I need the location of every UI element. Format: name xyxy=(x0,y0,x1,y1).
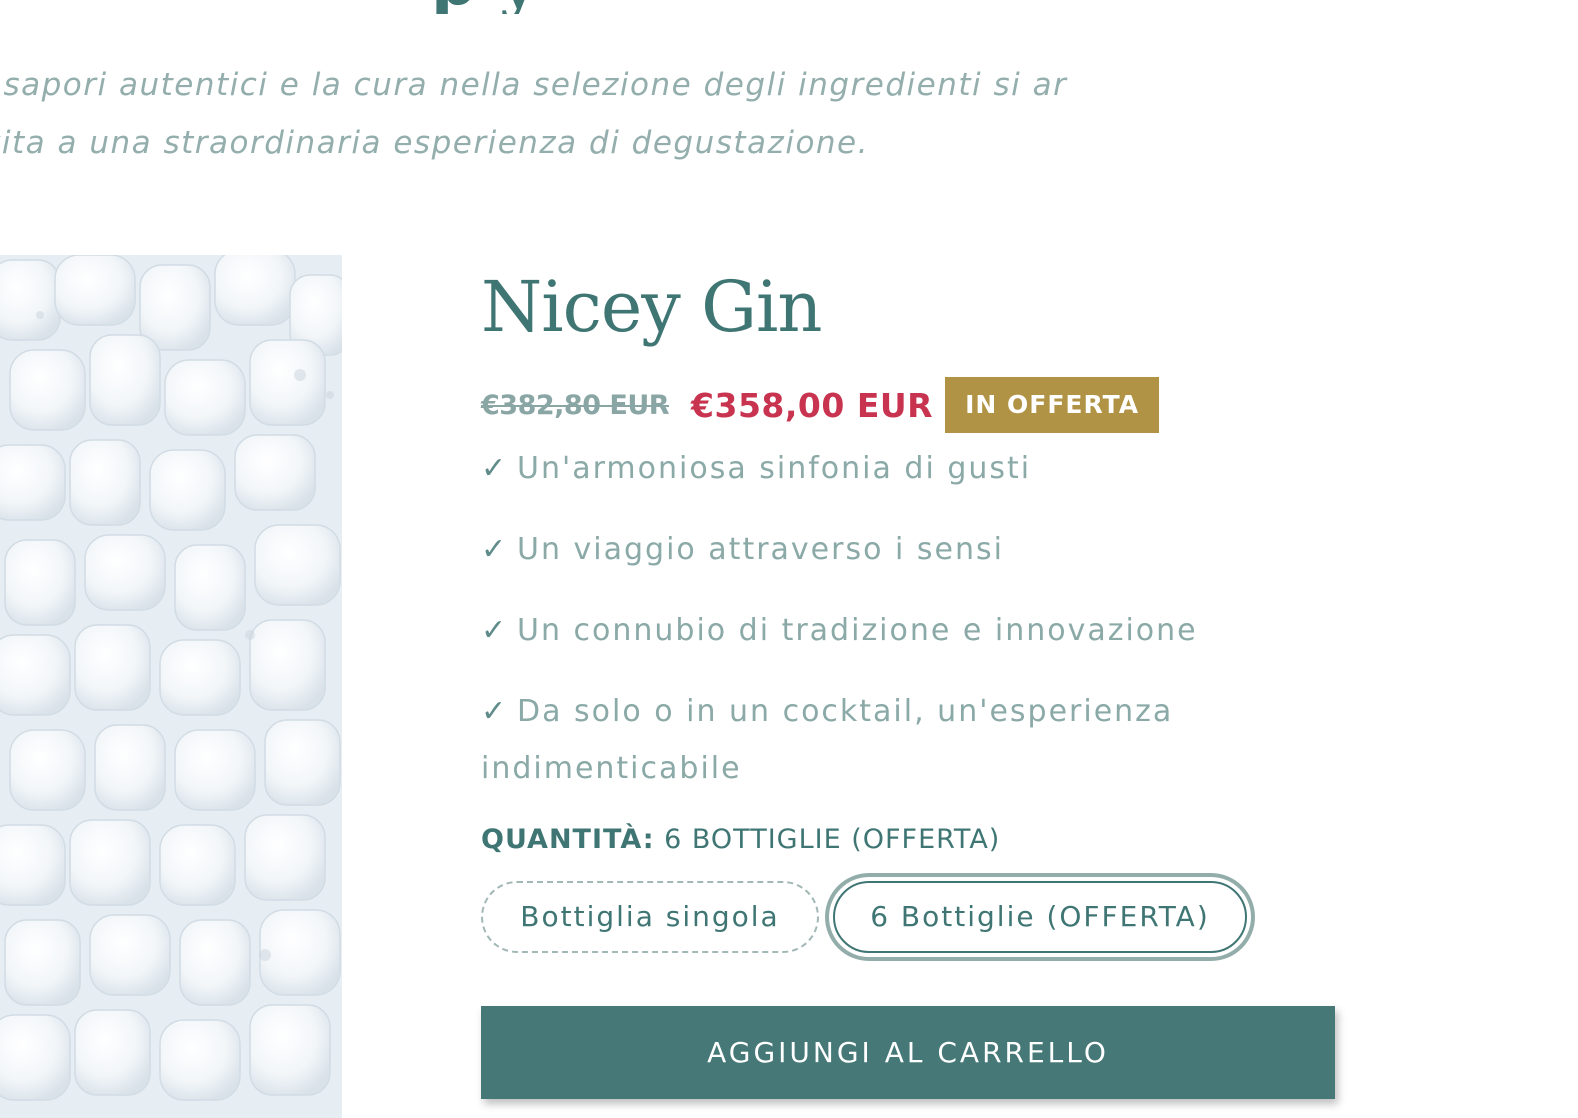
hero-intro-text: i sapori autentici e la cura nella selez… xyxy=(0,67,1068,161)
product-image xyxy=(0,255,342,1118)
check-icon: ✓ xyxy=(481,694,509,729)
quantity-label: QUANTITÀ: 6 BOTTIGLIE (OFFERTA) xyxy=(481,818,1000,862)
feature-item: ✓ Un'armoniosa sinfonia di gusti xyxy=(481,440,1301,497)
price-row: €382,80 EUR €358,00 EUR IN OFFERTA xyxy=(481,377,1160,433)
feature-item: ✓ Un connubio di tradizione e innovazione xyxy=(481,602,1301,659)
variant-selector: Bottiglia singola 6 Bottiglie (OFFERTA) xyxy=(481,881,1341,953)
quantity-selected-value: 6 BOTTIGLIE (OFFERTA) xyxy=(664,824,1001,855)
compare-at-price: €382,80 EUR xyxy=(481,389,670,421)
sale-badge: IN OFFERTA xyxy=(945,377,1160,433)
check-icon: ✓ xyxy=(481,451,509,486)
feature-text: Da solo o in un cocktail, un'esperienza … xyxy=(481,694,1174,786)
product-info: Nicey Gin €382,80 EUR €358,00 EUR IN OFF… xyxy=(481,262,1341,1099)
variant-single-bottle-button[interactable]: Bottiglia singola xyxy=(481,881,819,953)
check-icon: ✓ xyxy=(481,532,509,567)
hero-title: p y xyxy=(430,0,537,14)
variant-six-bottles-button[interactable]: 6 Bottiglie (OFFERTA) xyxy=(833,881,1247,953)
add-to-cart-button[interactable]: AGGIUNGI AL CARRELLO xyxy=(481,1006,1335,1099)
feature-text: Un connubio di tradizione e innovazione xyxy=(517,613,1198,648)
product-title: Nicey Gin xyxy=(481,266,822,348)
check-icon: ✓ xyxy=(481,613,509,648)
hero-title-clip: p y xyxy=(0,0,1578,14)
sale-price: €358,00 EUR xyxy=(691,385,934,425)
feature-text: Un'armoniosa sinfonia di gusti xyxy=(517,451,1032,486)
feature-list: ✓ Un'armoniosa sinfonia di gusti ✓ Un viag… xyxy=(481,440,1301,821)
feature-item: ✓ Un viaggio attraverso i sensi xyxy=(481,521,1301,578)
feature-text: Un viaggio attraverso i sensi xyxy=(517,532,1004,567)
quantity-label-key: QUANTITÀ: xyxy=(481,824,655,855)
feature-item: ✓ Da solo o in un cocktail, un'esperienza… xyxy=(481,683,1301,797)
